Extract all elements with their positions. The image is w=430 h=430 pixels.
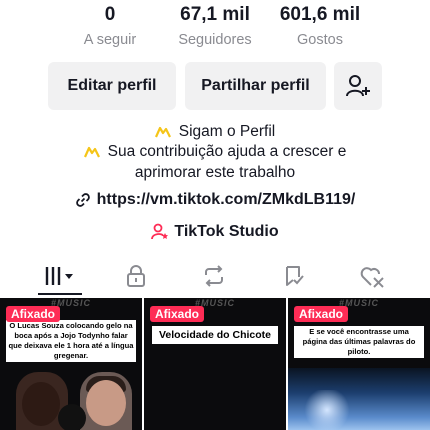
following-stat[interactable]: 0 A seguir [70, 4, 150, 50]
video-logo-badge [58, 404, 86, 430]
bio-text-1: Sigam o Perfil [178, 123, 276, 140]
profile-stats: 0 A seguir 67,1 mil Seguidores 601,6 mil… [0, 0, 430, 52]
profile-link-text: https://vm.tiktok.com/ZMkdLB119/ [96, 191, 356, 208]
tab-videos[interactable] [30, 256, 90, 296]
pinned-badge: Afixado [294, 306, 349, 322]
video-caption: O Lucas Souza colocando gelo na boca apó… [6, 320, 136, 362]
bio-text-2: Sua contribuição ajuda a crescer e [107, 143, 347, 160]
followers-stat[interactable]: 67,1 mil Seguidores [160, 4, 270, 50]
video-thumbnail[interactable]: #MUSIC E se você encontrasse uma página … [288, 298, 430, 430]
following-count: 0 [104, 4, 116, 25]
profile-link[interactable]: https://vm.tiktok.com/ZMkdLB119/ [0, 189, 430, 211]
lock-icon [127, 265, 145, 287]
repost-icon [205, 265, 223, 287]
followers-label: Seguidores [178, 32, 252, 48]
followers-count: 67,1 mil [180, 4, 250, 25]
profile-tabs [0, 256, 430, 296]
video-caption: Velocidade do Chicote [152, 326, 278, 344]
yellow-sparkle-icon [154, 126, 171, 138]
video-caption: E se você encontrasse uma página das últ… [294, 326, 424, 358]
liked-icon [360, 267, 384, 288]
edit-profile-button[interactable]: Editar perfil [48, 62, 176, 110]
video-thumbnail[interactable]: #MUSIC Velocidade do Chicote Afixado [144, 298, 286, 430]
likes-stat[interactable]: 601,6 mil Gostos [270, 4, 370, 50]
bio-text-3: aprimorar este trabalho [134, 164, 296, 181]
bio-line-2: Sua contribuição ajuda a crescer e [0, 141, 430, 163]
videos-grid-icon [45, 267, 73, 285]
bio-line-1: Sigam o Perfil [0, 121, 430, 143]
tiktok-studio-label: TikTok Studio [174, 223, 279, 240]
favorites-icon [286, 266, 304, 286]
following-label: A seguir [83, 32, 137, 48]
tiktok-studio-link[interactable]: TikTok Studio [0, 221, 430, 243]
video-sky-glow [302, 390, 352, 430]
video-person-left-face [22, 382, 60, 426]
tab-favorites[interactable] [264, 256, 324, 296]
add-user-icon [346, 75, 370, 97]
pinned-badge: Afixado [150, 306, 205, 322]
tab-private[interactable] [106, 256, 166, 296]
video-grid: #MUSIC O Lucas Souza colocando gelo na b… [0, 298, 430, 430]
yellow-sparkle-icon [83, 146, 100, 158]
active-tab-indicator [38, 293, 82, 295]
likes-count: 601,6 mil [279, 4, 361, 25]
add-friend-button[interactable] [334, 62, 382, 110]
tab-liked[interactable] [342, 256, 402, 296]
video-thumbnail[interactable]: #MUSIC O Lucas Souza colocando gelo na b… [0, 298, 142, 430]
video-person-right-face [86, 380, 126, 426]
link-icon [75, 192, 90, 207]
pinned-badge: Afixado [6, 306, 61, 322]
studio-person-icon [151, 223, 169, 239]
share-profile-button[interactable]: Partilhar perfil [185, 62, 326, 110]
tab-reposts[interactable] [184, 256, 244, 296]
likes-label: Gostos [297, 32, 343, 48]
